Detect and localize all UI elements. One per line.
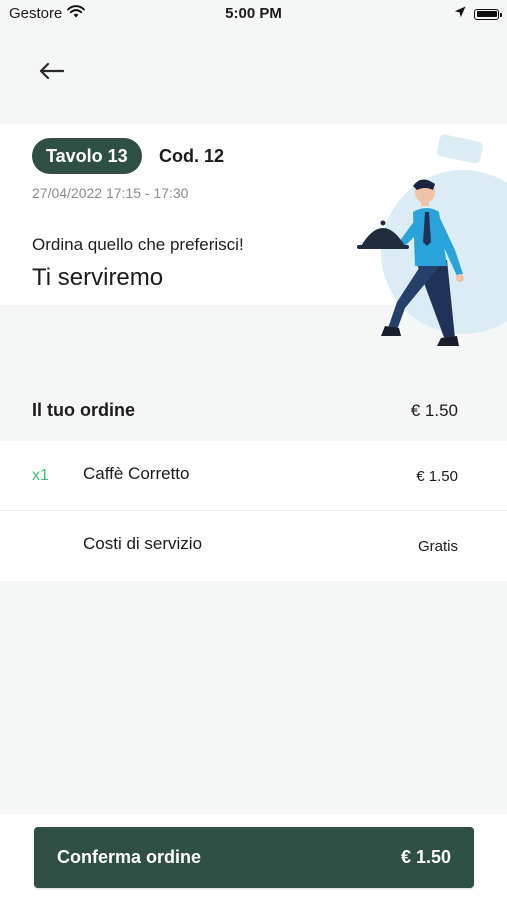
order-items-list: x1 Caffè Corretto € 1.50 Costi di serviz…	[0, 441, 507, 581]
order-datetime: 27/04/2022 17:15 - 17:30	[32, 185, 189, 201]
confirm-order-price: € 1.50	[400, 847, 451, 867]
item-quantity: x1	[32, 467, 49, 484]
item-name: Costi di servizio	[83, 534, 203, 553]
table-badge: Tavolo 13	[32, 138, 142, 174]
item-price: Gratis	[417, 538, 458, 555]
battery-icon	[474, 8, 502, 20]
list-item: Costi di servizio Gratis	[0, 511, 507, 580]
order-title: Il tuo ordine	[32, 400, 135, 420]
back-button[interactable]	[34, 58, 68, 88]
confirm-order-label: Conferma ordine	[57, 847, 202, 867]
order-total: € 1.50	[410, 401, 458, 420]
item-name: Caffè Corretto	[83, 464, 190, 483]
header-subtitle: Ordina quello che preferisci!	[32, 235, 244, 254]
location-arrow-icon	[454, 5, 466, 23]
confirm-order-button[interactable]: Conferma ordine € 1.50	[34, 827, 474, 888]
status-time: 5:00 PM	[225, 5, 282, 22]
waiter-illustration	[355, 132, 507, 357]
arrow-left-icon	[38, 62, 65, 85]
order-code: Cod. 12	[159, 146, 225, 166]
item-price: € 1.50	[416, 468, 458, 485]
status-bar: Gestore 5:00 PM	[0, 0, 507, 28]
list-item: x1 Caffè Corretto € 1.50	[0, 441, 507, 511]
header-title: Ti serviremo	[32, 264, 164, 291]
